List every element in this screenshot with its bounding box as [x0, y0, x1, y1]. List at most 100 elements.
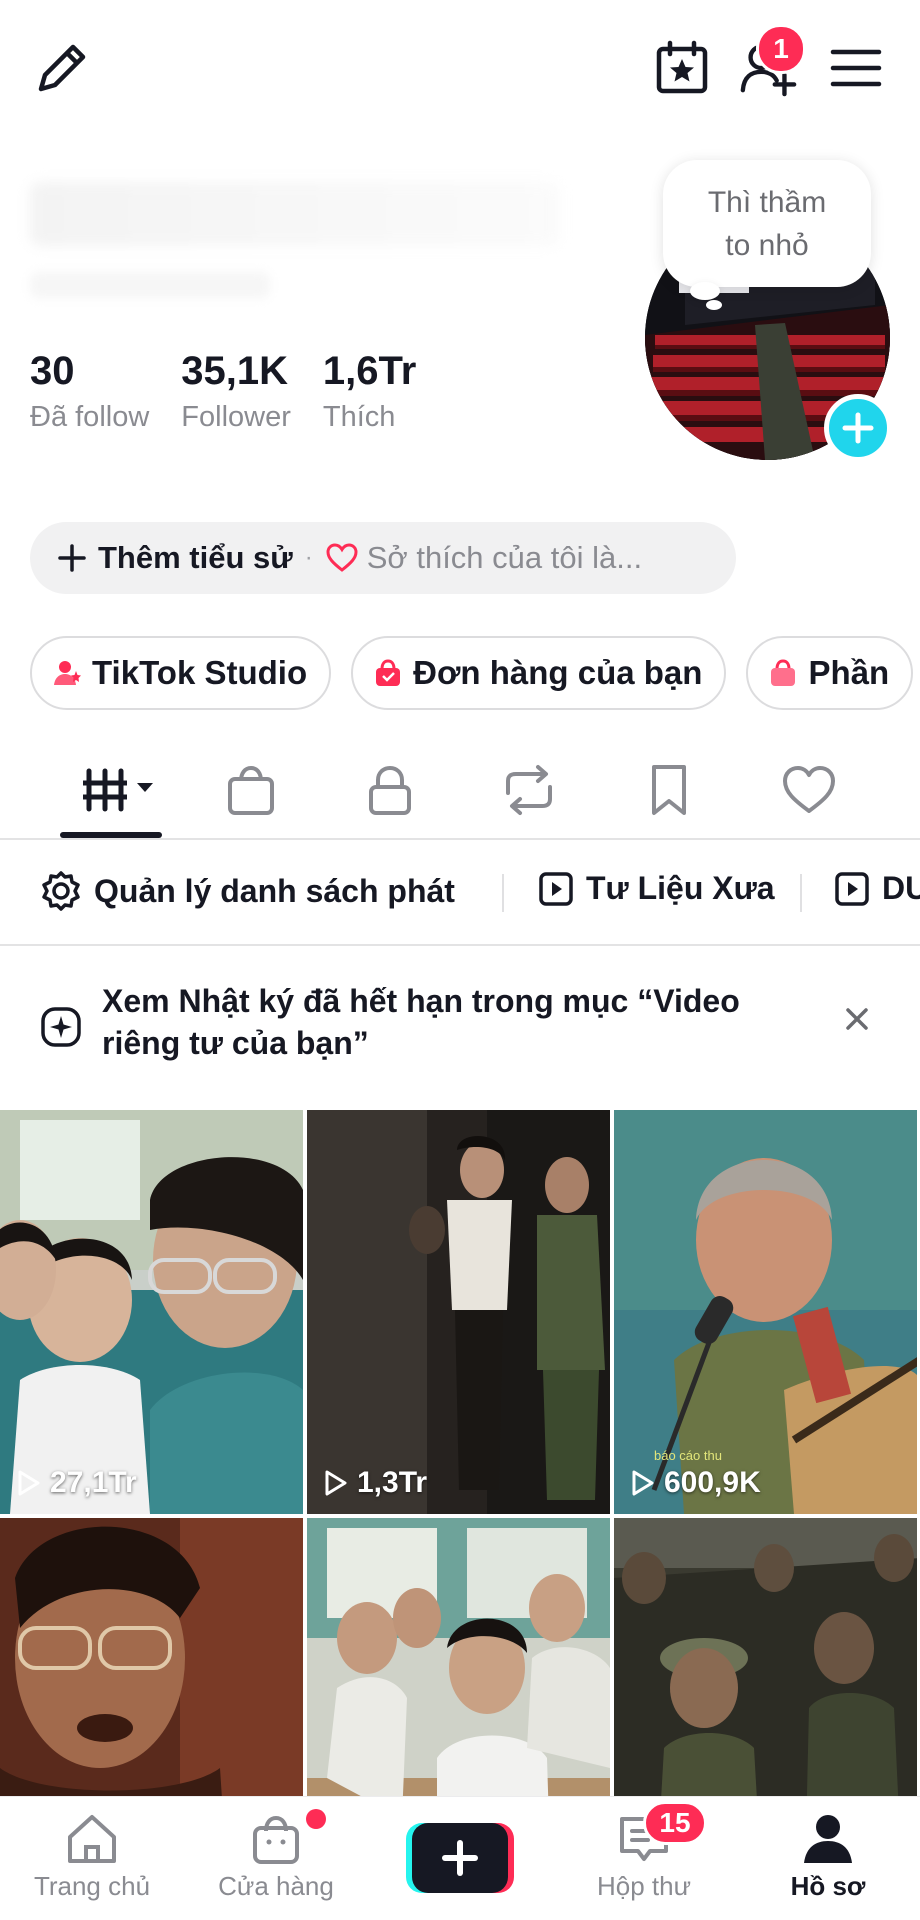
studio-user-icon [54, 661, 81, 685]
nav-label: Hồ sơ [790, 1871, 866, 1901]
note-bubble-text: Thì thầm to nhỏ [707, 185, 827, 262]
tab-liked[interactable] [774, 760, 844, 820]
heart-icon [326, 543, 358, 572]
chip-label: Phần [808, 654, 890, 691]
bubble-tail [706, 300, 722, 310]
nav-label: Trang chủ [33, 1871, 151, 1901]
home-icon [68, 1815, 116, 1863]
notice-text: Xem Nhật ký đã hết hạn trong mục “Video … [102, 983, 740, 1061]
chip-label: Đơn hàng của bạn [413, 654, 703, 691]
edit-pencil-icon[interactable] [32, 38, 92, 98]
view-count: 600,9K [630, 1466, 761, 1500]
handle-blurred [30, 272, 270, 298]
play-outline-icon [18, 1470, 40, 1496]
view-count: 1,3Tr [323, 1466, 427, 1500]
expired-diary-notice[interactable]: Xem Nhật ký đã hết hạn trong mục “Video … [0, 948, 920, 1106]
menu-icon[interactable] [826, 38, 886, 98]
chip-tiktok-studio[interactable]: TikTok Studio [30, 636, 332, 710]
bookmark-icon [652, 765, 686, 815]
manage-playlists-button[interactable]: Quản lý danh sách phát [40, 870, 455, 912]
stat-label: Đã follow [30, 401, 150, 433]
interests-hint-text: Sở thích của tôi là... [366, 540, 643, 575]
play-box-icon [539, 871, 573, 906]
shop-notification-dot [306, 1809, 326, 1829]
tab-shop[interactable] [216, 760, 286, 820]
stat-followers[interactable]: 35,1K Follower [181, 345, 291, 437]
shopping-bag-icon [228, 765, 274, 815]
playlist-label: Tư Liệu Xưa [586, 870, 775, 906]
stat-value: 1,6Tr [322, 349, 417, 393]
play-outline-icon [325, 1470, 347, 1496]
nav-label: Cửa hàng [218, 1871, 334, 1901]
view-count-value: 27,1Tr [50, 1466, 137, 1499]
stat-label: Thích [322, 401, 396, 433]
nav-profile[interactable]: Hồ sơ [748, 1811, 908, 1902]
playlist-item[interactable]: Tư Liệu Xưa [538, 870, 775, 907]
stat-value: 35,1K [181, 349, 289, 393]
video-grid: 27,1Tr 1,3Tr báo cáo thu 600,9K [0, 1110, 920, 1920]
shortcut-chips: TikTok Studio Đơn hàng của bạn Phần [30, 636, 914, 710]
playlist-label: DU [882, 870, 920, 906]
nav-shop[interactable]: Cửa hàng [196, 1811, 356, 1902]
sparkle-box-icon [41, 1007, 81, 1047]
manage-playlists-label: Quản lý danh sách phát [94, 872, 455, 909]
top-bar: 1 [0, 0, 920, 140]
stat-likes[interactable]: 1,6Tr Thích [323, 345, 416, 437]
add-bio-button[interactable]: Thêm tiểu sử [58, 540, 293, 576]
add-bio-label: Thêm tiểu sử [98, 540, 293, 575]
nav-home[interactable]: Trang chủ [12, 1811, 172, 1902]
heart-icon [783, 766, 835, 813]
play-box-icon [835, 871, 869, 906]
close-icon [846, 1008, 868, 1030]
tab-private[interactable] [355, 760, 425, 820]
chip-products[interactable]: Phần [746, 636, 914, 710]
close-notice-button[interactable] [840, 1002, 874, 1041]
note-bubble[interactable]: Thì thầm to nhỏ [663, 160, 871, 287]
tab-reposts[interactable] [494, 760, 564, 820]
lock-icon [369, 765, 411, 815]
tab-favorites[interactable] [634, 760, 704, 820]
video-thumbnail[interactable]: báo cáo thu 600,9K [614, 1110, 917, 1514]
video-thumbnail[interactable]: 1,3Tr [307, 1110, 610, 1514]
friend-request-badge: 1 [756, 24, 806, 74]
view-count-value: 600,9K [664, 1466, 761, 1499]
inbox-badge: 15 [643, 1801, 707, 1845]
content-tabs [0, 740, 920, 840]
separator-dot: · [304, 544, 313, 571]
chip-label: TikTok Studio [92, 654, 308, 691]
create-video-button[interactable] [406, 1823, 514, 1893]
stat-value: 30 [30, 349, 75, 393]
add-bio-pill[interactable]: Thêm tiểu sử · Sở thích của tôi là... [30, 522, 736, 594]
shopping-bag-icon [771, 659, 796, 686]
profile-stats: 30 Đã follow 35,1K Follower 1,6Tr Thích [30, 345, 416, 437]
grid-bars-icon [83, 768, 153, 812]
tab-videos[interactable] [80, 760, 160, 820]
shopping-bag-icon [376, 659, 401, 686]
gear-icon [42, 871, 80, 911]
divider [502, 874, 504, 912]
profile-icon [804, 1815, 852, 1863]
nav-label: Hộp thư [596, 1871, 691, 1901]
view-count-value: 1,3Tr [357, 1466, 428, 1499]
playlists-row: Quản lý danh sách phát Tư Liệu Xưa DU [0, 842, 920, 946]
plus-icon [58, 544, 86, 572]
repost-icon [506, 765, 552, 815]
add-avatar-button[interactable] [824, 394, 892, 462]
active-tab-indicator [60, 832, 162, 838]
play-outline-icon [632, 1470, 654, 1496]
chip-orders[interactable]: Đơn hàng của bạn [351, 636, 727, 710]
playlist-item[interactable]: DU [834, 870, 920, 907]
stat-label: Follower [181, 401, 291, 433]
view-count: 27,1Tr [16, 1466, 137, 1500]
stat-following[interactable]: 30 Đã follow [30, 345, 149, 437]
divider [800, 874, 802, 912]
plus-icon [842, 412, 874, 444]
svg-text:báo cáo thu: báo cáo thu [654, 1448, 722, 1463]
username-blurred [30, 182, 560, 246]
bubble-tail [690, 282, 720, 300]
video-thumbnail[interactable]: 27,1Tr [0, 1110, 303, 1514]
shopping-bag-icon [253, 1815, 299, 1864]
calendar-star-icon[interactable] [652, 38, 712, 98]
bottom-nav: Trang chủ Cửa hàng Hộp thư 15 Hồ sơ [0, 1796, 920, 1920]
interests-hint[interactable]: Sở thích của tôi là... [325, 540, 642, 576]
